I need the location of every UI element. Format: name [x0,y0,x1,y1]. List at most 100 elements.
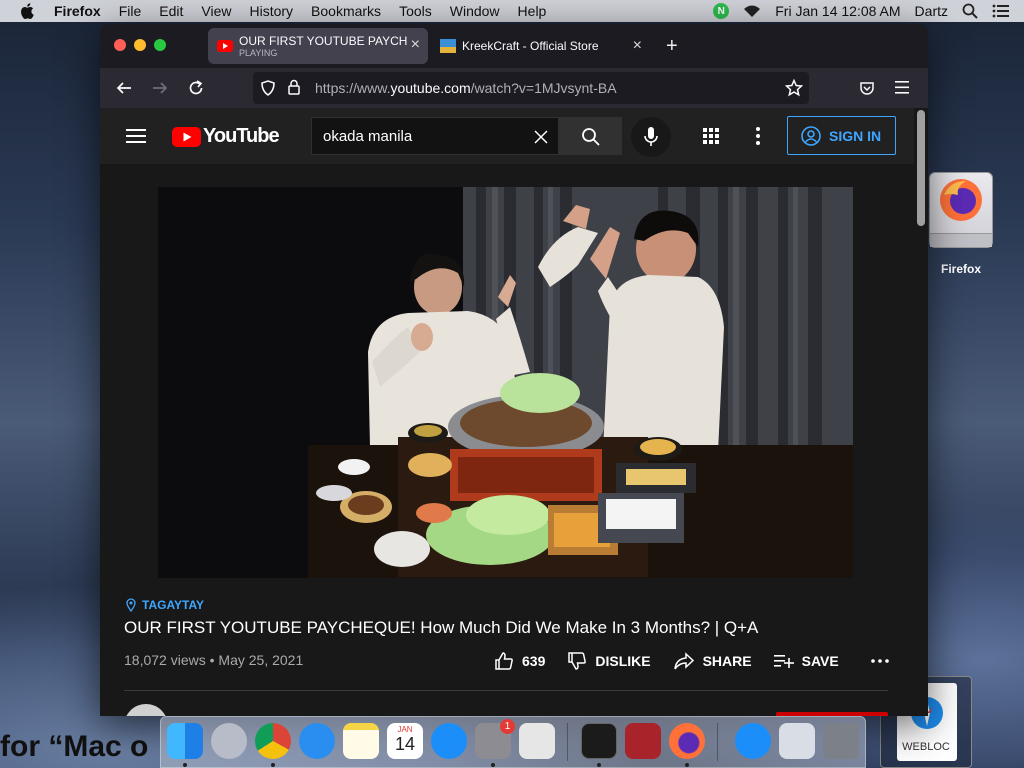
new-tab-icon[interactable]: + [666,36,678,56]
menu-edit[interactable]: Edit [159,0,183,22]
menu-tools[interactable]: Tools [399,0,432,22]
video-player[interactable] [158,187,853,578]
account-circle-icon [801,125,821,146]
save-label: SAVE [801,653,839,669]
tab-playing-status: PLAYING [239,48,278,58]
youtube-favicon-icon [217,40,233,52]
close-window-button[interactable] [114,39,126,51]
tab-kreekcraft[interactable]: KreekCraft - Official Store × [430,28,650,64]
running-indicator [685,763,689,767]
youtube-header: YouTube okada manila SIGN IN [100,108,914,164]
calendar-icon[interactable]: JAN 14 [387,723,423,759]
thumbs-down-icon [568,652,587,670]
url-text[interactable]: https://www.youtube.com/watch?v=1MJvsynt… [315,80,617,96]
youtube-logo[interactable]: YouTube [172,125,280,148]
more-options-icon[interactable] [756,127,760,145]
running-indicator [183,763,187,767]
page-scrollbar[interactable] [914,108,928,716]
safari-icon[interactable] [299,723,335,759]
tab-title: KreekCraft - Official Store [462,39,599,53]
close-tab-icon[interactable]: × [411,37,420,53]
playlist-add-icon [773,655,794,668]
control-center-icon[interactable] [992,4,1010,18]
location-pin-icon [126,598,136,612]
upload-date: May 25, 2021 [218,652,304,668]
status-badge[interactable]: N [713,3,730,19]
search-input[interactable]: okada manila [311,117,559,155]
webloc-label: WEBLOC [902,741,950,753]
app-store-downloads-icon[interactable] [735,723,771,759]
youtube-logo-text: YouTube [203,125,280,147]
menu-window[interactable]: Window [450,0,500,22]
roblox-icon[interactable] [519,723,555,759]
channel-avatar[interactable] [124,704,168,716]
section-divider [124,690,888,691]
back-arrow-icon[interactable] [116,80,132,96]
url-bar[interactable]: https://www.youtube.com/watch?v=1MJvsynt… [253,72,809,104]
dock: JAN 14 1 [160,716,866,768]
menubar-clock[interactable]: Fri Jan 14 12:08 AM [775,0,900,22]
like-button[interactable]: 639 [494,651,545,671]
finder-icon[interactable] [167,723,203,759]
chrome-icon[interactable] [255,723,291,759]
menu-bookmarks[interactable]: Bookmarks [311,0,381,22]
menu-help[interactable]: Help [518,0,547,22]
hamburger-menu-icon[interactable] [895,81,909,94]
trash-icon[interactable] [823,723,859,759]
desktop-firefox-drive[interactable]: Firefox [927,172,995,282]
search-button[interactable] [559,117,622,155]
dock-separator [717,723,718,761]
calendar-day: 14 [394,734,416,754]
guide-menu-icon[interactable] [126,128,146,144]
menu-bar: Firefox File Edit View History Bookmarks… [0,0,1024,22]
video-title: OUR FIRST YOUTUBE PAYCHEQUE! How Much Di… [124,618,759,637]
menu-file[interactable]: File [119,0,142,22]
firefox-dock-icon[interactable] [669,723,705,759]
share-label: SHARE [702,653,752,669]
menubar-user[interactable]: Dartz [915,0,948,22]
search-icon [582,128,600,146]
page-content: YouTube okada manila SIGN IN TAGAYTAY OU… [100,108,928,716]
search-query[interactable]: okada manila [323,128,412,145]
share-button[interactable]: SHARE [673,651,752,671]
minimize-window-button[interactable] [134,39,146,51]
notes-icon[interactable] [343,723,379,759]
youtube-play-logo-icon [172,126,201,147]
video-frame-image [158,187,853,578]
system-preferences-icon[interactable]: 1 [475,719,515,759]
menu-history[interactable]: History [249,0,293,22]
pocket-icon[interactable] [859,80,875,96]
clear-search-icon[interactable] [534,130,548,144]
scrollbar-thumb[interactable] [917,110,925,226]
apps-grid-icon[interactable] [703,128,719,144]
apple-menu-icon[interactable] [20,3,34,19]
lock-icon[interactable] [288,79,300,95]
menu-view[interactable]: View [201,0,231,22]
tracking-shield-icon[interactable] [261,80,275,96]
terminal-icon[interactable] [581,723,617,759]
share-arrow-icon [673,652,694,670]
dislike-button[interactable]: DISLIKE [567,651,651,671]
launchpad-icon[interactable] [211,723,247,759]
save-button[interactable]: SAVE [773,653,839,669]
wifi-icon[interactable] [743,4,761,18]
zoom-window-button[interactable] [154,39,166,51]
desktop-background-text: for “Mac o [0,730,149,763]
tab-youtube[interactable]: OUR FIRST YOUTUBE PAYCHEQ PLAYING × [208,28,428,64]
notification-badge: 1 [500,719,515,734]
photo-booth-icon[interactable] [625,723,661,759]
forward-arrow-icon[interactable] [152,80,168,96]
spotlight-search-icon[interactable] [962,3,978,19]
more-actions-icon[interactable] [870,659,889,663]
video-location-link[interactable]: TAGAYTAY [126,598,204,612]
sign-in-button[interactable]: SIGN IN [787,116,896,155]
menu-app-name[interactable]: Firefox [54,0,101,22]
app-store-icon[interactable] [431,723,467,759]
reload-icon[interactable] [188,80,204,96]
voice-search-button[interactable] [631,117,671,157]
bookmark-star-icon[interactable] [785,79,803,97]
documents-stack-icon[interactable] [779,723,815,759]
view-count: 18,072 views [124,652,206,668]
video-location: TAGAYTAY [142,598,205,612]
close-tab-icon[interactable]: × [633,38,642,54]
